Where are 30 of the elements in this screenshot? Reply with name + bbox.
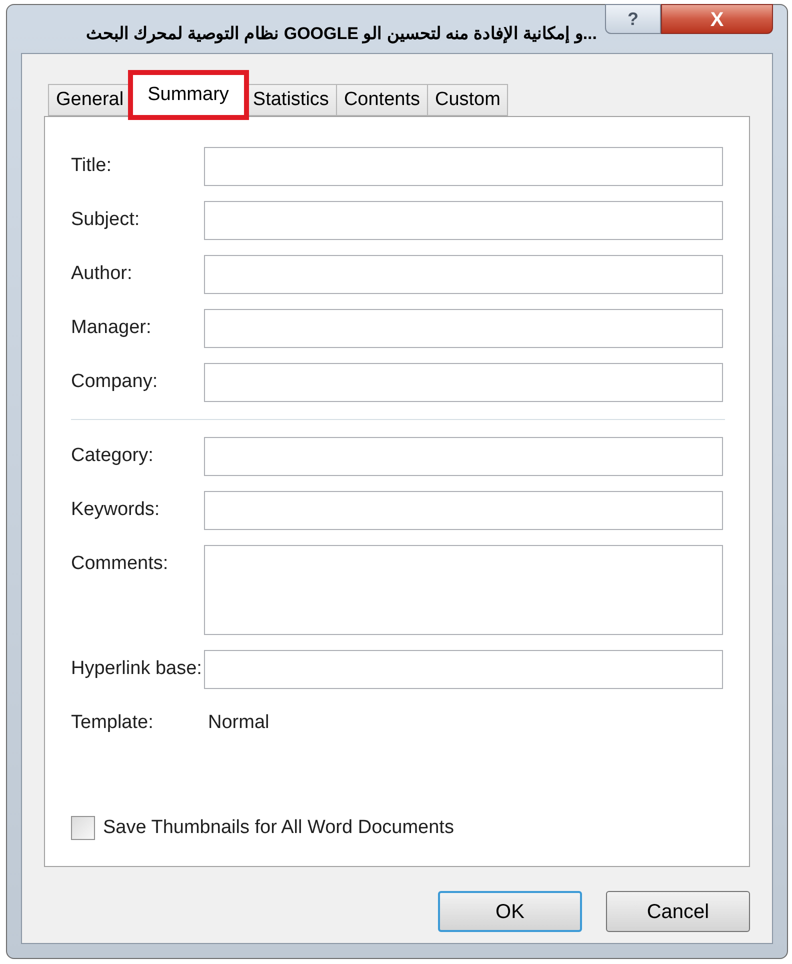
tab[interactable]: Summary	[130, 73, 246, 117]
field-label: Title:	[71, 154, 112, 178]
field-label: Category:	[71, 444, 154, 468]
text-field[interactable]	[204, 147, 723, 186]
field-label: Keywords:	[71, 498, 161, 522]
comments-field[interactable]	[204, 545, 723, 635]
window-title: ...و إمكانية الإفادة منه لتحسين الو GOOGLE نظام التوصية لمحرك البحث	[84, 23, 597, 46]
text-field[interactable]	[204, 363, 723, 402]
field-label: Author:	[71, 262, 134, 286]
cancel-button[interactable]: Cancel	[606, 891, 750, 932]
text-field[interactable]	[204, 650, 723, 689]
template-label: Template:	[71, 711, 154, 735]
ok-button[interactable]: OK	[438, 891, 582, 932]
text-field[interactable]	[204, 255, 723, 294]
field-label: Manager:	[71, 316, 152, 340]
field-label: Comments:	[71, 552, 170, 576]
field-label: Hyperlink base:	[71, 657, 203, 681]
text-field[interactable]	[204, 201, 723, 240]
help-button[interactable]: ?	[605, 4, 661, 34]
text-field[interactable]	[204, 309, 723, 348]
field-label: Subject:	[71, 208, 141, 232]
text-field[interactable]	[204, 491, 723, 530]
close-button[interactable]: X	[661, 4, 773, 34]
tab[interactable]: Custom	[426, 84, 508, 116]
field-label: Company:	[71, 370, 159, 394]
text-field[interactable]	[204, 437, 723, 476]
tab[interactable]: Contents	[336, 84, 428, 116]
checkbox[interactable]	[71, 816, 95, 840]
template-value: Normal	[208, 711, 270, 735]
checkbox-label: Save Thumbnails for All Word Documents	[103, 816, 454, 840]
